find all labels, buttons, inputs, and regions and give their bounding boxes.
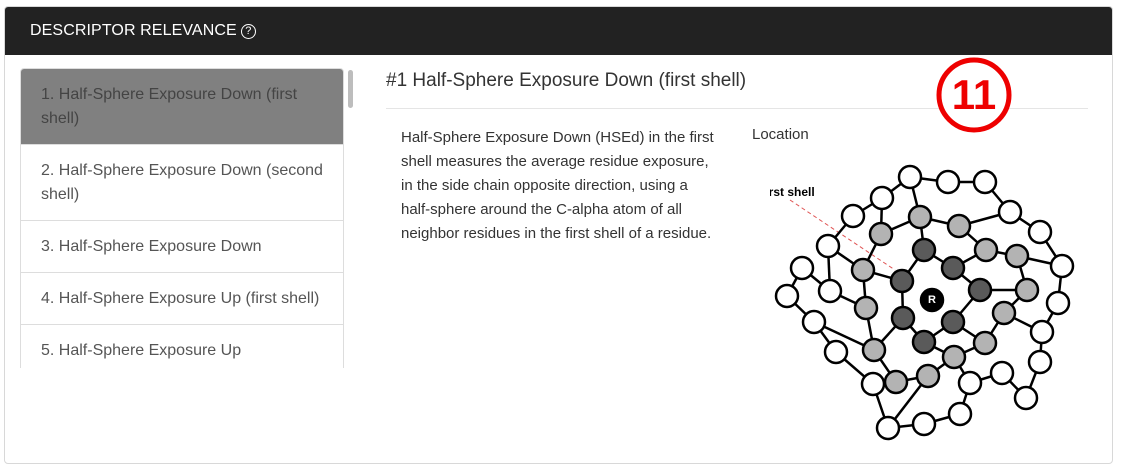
descriptor-list-item-3[interactable]: 3. Half-Sphere Exposure Down: [21, 220, 343, 272]
residue-node: [875, 415, 901, 441]
residue-node: [946, 213, 972, 239]
residue-node: [1014, 277, 1040, 303]
residue-node: [947, 401, 973, 427]
residue-node: [890, 305, 916, 331]
location-label: Location: [752, 126, 809, 143]
descriptor-list-item-1[interactable]: 1. Half-Sphere Exposure Down (first shel…: [21, 69, 343, 144]
first-shell-label: First shell: [770, 185, 815, 199]
residue-node: [907, 204, 933, 230]
rank-badge-number: 11: [952, 71, 996, 118]
residue-node: [774, 283, 800, 309]
residue-node: [935, 169, 961, 195]
residue-node: [1027, 219, 1053, 245]
residue-node: [897, 164, 923, 190]
residue-node: [972, 169, 998, 195]
residue-node: [850, 257, 876, 283]
residue-node: [940, 309, 966, 335]
rank-badge: 11: [936, 57, 1012, 133]
residue-node: [853, 295, 879, 321]
residue-node: [911, 237, 937, 263]
residue-node: [883, 369, 909, 395]
residue-node: [815, 233, 841, 259]
residue-node: [861, 337, 887, 363]
detail-title: #1 Half-Sphere Exposure Down (first shel…: [386, 70, 747, 91]
descriptor-list-item-5[interactable]: 5. Half-Sphere Exposure Up: [21, 324, 343, 368]
residue-shell-diagram: First shell R: [770, 164, 1075, 441]
residue-node: [991, 300, 1017, 326]
residue-node: [915, 363, 941, 389]
residue-node: [860, 371, 886, 397]
descriptor-list-item-2[interactable]: 2. Half-Sphere Exposure Down (second she…: [21, 144, 343, 220]
panel-header: DESCRIPTOR RELEVANCE ?: [5, 7, 1112, 55]
residue-node: [972, 330, 998, 356]
residue-node: [941, 344, 967, 370]
detail-description: Half-Sphere Exposure Down (HSEd) in the …: [401, 129, 714, 242]
residue-node: [823, 339, 849, 365]
residue-node: [957, 370, 983, 396]
residue-node: [911, 411, 937, 437]
residue-node: [801, 309, 827, 335]
residue-node: [1045, 290, 1071, 316]
residue-node: [1029, 319, 1055, 345]
residue-node: [889, 268, 915, 294]
panel-title: DESCRIPTOR RELEVANCE: [30, 22, 237, 39]
residue-node: [1004, 243, 1030, 269]
descriptor-list-container: 1. Half-Sphere Exposure Down (first shel…: [20, 68, 358, 368]
list-scrollbar[interactable]: [348, 70, 353, 108]
residue-node: [967, 277, 993, 303]
descriptor-list: 1. Half-Sphere Exposure Down (first shel…: [20, 68, 344, 368]
residue-node: [1027, 349, 1053, 375]
residue-node: [911, 329, 937, 355]
residue-node: [840, 203, 866, 229]
residue-node: [989, 360, 1015, 386]
residue-node: [868, 221, 894, 247]
residue-node: [869, 185, 895, 211]
residue-node: [940, 255, 966, 281]
residue-node: [997, 199, 1023, 225]
residue-node: [1049, 253, 1075, 279]
residue-node: [817, 278, 843, 304]
residue-node: [789, 255, 815, 281]
center-residue-label: R: [928, 294, 936, 306]
residue-node: [1013, 385, 1039, 411]
descriptor-list-item-4[interactable]: 4. Half-Sphere Exposure Up (first shell): [21, 272, 343, 324]
residue-node: [973, 237, 999, 263]
question-circle-icon[interactable]: ?: [240, 23, 256, 39]
